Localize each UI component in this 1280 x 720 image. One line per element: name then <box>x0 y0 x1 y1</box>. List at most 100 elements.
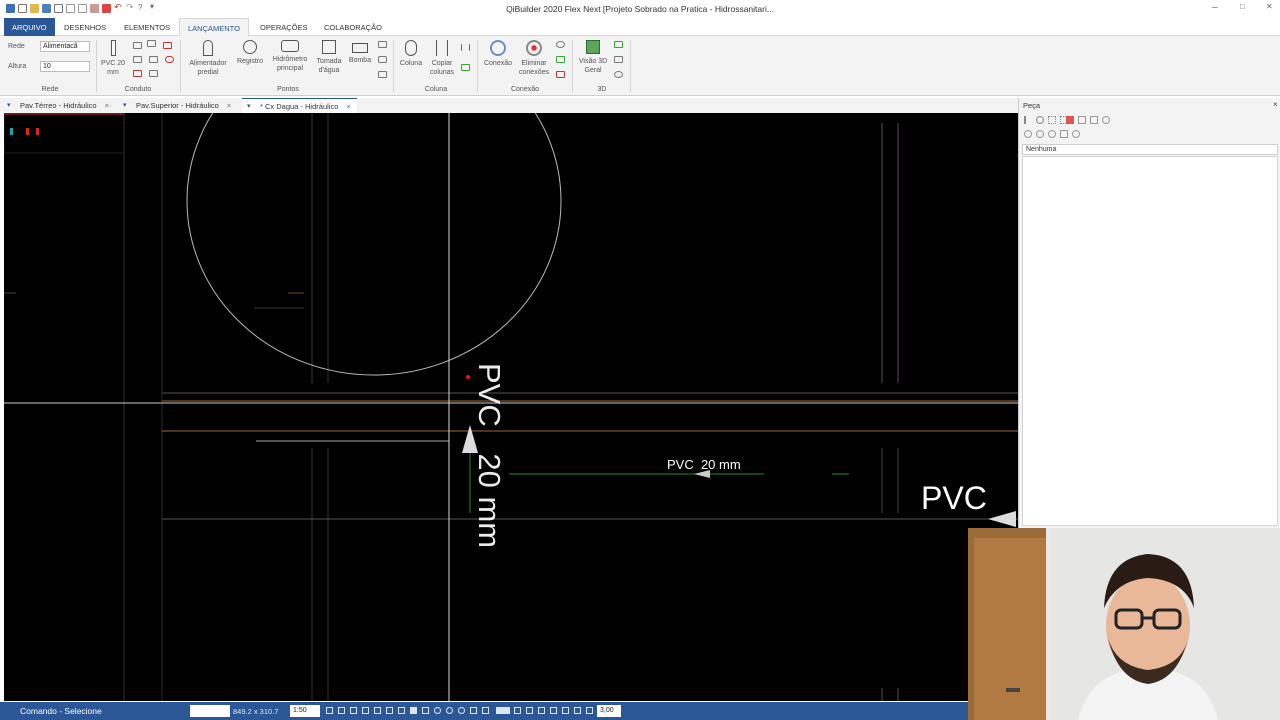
tool-icon[interactable] <box>1048 130 1056 138</box>
grid-icon[interactable] <box>338 707 345 714</box>
close-tab-icon[interactable]: × <box>346 102 350 111</box>
selection-icon[interactable] <box>496 707 510 714</box>
tab-colaboracao[interactable]: COLABORAÇÃO <box>316 18 390 36</box>
pipe-tool-icon[interactable] <box>149 70 158 77</box>
copiar-colunas-label: Copiar colunas <box>429 60 455 76</box>
ortho-icon[interactable] <box>350 707 357 714</box>
column-tool-icon[interactable] <box>461 44 470 51</box>
pipe-tool-icon[interactable] <box>133 70 142 77</box>
tab-lancamento[interactable]: LANÇAMENTO <box>179 18 249 36</box>
conexao-label: Conexão <box>483 60 513 67</box>
column-tool-icon[interactable] <box>461 64 470 71</box>
parts-list[interactable] <box>1022 156 1278 526</box>
minimize-button[interactable]: – <box>1212 2 1218 13</box>
hidrometro-principal-button[interactable]: Hidrômetro principal <box>268 40 312 73</box>
tab-desenhos[interactable]: DESENHOS <box>56 18 114 36</box>
zoom-input[interactable]: 3,00 <box>597 705 621 717</box>
pipe-tool-icon[interactable] <box>163 42 172 49</box>
coluna-button[interactable]: Coluna <box>396 40 426 68</box>
tool-icon[interactable] <box>1036 130 1044 138</box>
pipe-tool-icon[interactable] <box>133 42 142 49</box>
cross-icon[interactable] <box>550 707 557 714</box>
drawing-canvas[interactable]: PVC 20 mm PVC 20 mm PVC <box>4 113 1018 701</box>
rede-select[interactable]: Alimentacã <box>40 41 90 52</box>
pvc-20mm-button[interactable]: PVC 20 mm <box>98 40 128 77</box>
arrow-icon[interactable] <box>586 707 593 714</box>
connection-tool-icon[interactable] <box>556 41 565 48</box>
point-tool-icon[interactable] <box>378 71 387 78</box>
scale-select[interactable]: 1:50 <box>290 705 320 717</box>
lock-icon[interactable] <box>422 707 429 714</box>
alimentador-predial-label: Alimentador predial <box>189 60 227 76</box>
tool-icon[interactable] <box>1060 130 1068 138</box>
connection-tool-icon[interactable] <box>556 56 565 63</box>
osnap-icon[interactable] <box>374 707 381 714</box>
conexao-button[interactable]: Conexão <box>480 40 516 68</box>
dyn-icon[interactable] <box>398 707 405 714</box>
tool-icon[interactable] <box>1078 116 1086 124</box>
lineweight-icon[interactable] <box>410 707 417 714</box>
close-tab-icon[interactable]: × <box>105 101 109 110</box>
refresh-icon[interactable] <box>1036 116 1044 124</box>
doc-tab-cx-dagua[interactable]: ▾ * Cx Dagua - Hidráulico × <box>242 98 357 113</box>
eliminar-conexoes-button[interactable]: Eliminar conexões <box>516 40 552 77</box>
valve-icon <box>243 40 257 54</box>
tool-icon[interactable] <box>1072 130 1080 138</box>
registro-button[interactable]: Registro <box>234 40 266 66</box>
otrack-icon[interactable] <box>386 707 393 714</box>
panel-close-icon[interactable]: × <box>1273 100 1278 109</box>
copiar-colunas-button[interactable]: Copiar colunas <box>426 40 458 77</box>
doc-tab-pav-superior[interactable]: ▾ Pav.Superior - Hidráulico × <box>118 98 237 113</box>
connection-tool-icon[interactable] <box>556 71 565 78</box>
cross-icon[interactable] <box>562 707 569 714</box>
grid-icon[interactable] <box>1048 116 1056 124</box>
group-pontos-label: Pontos <box>277 86 299 93</box>
3d-tool-icon[interactable] <box>614 41 623 48</box>
pipe-tool-icon[interactable] <box>133 56 142 63</box>
pin-icon: ▾ <box>7 102 11 109</box>
visao-3d-geral-button[interactable]: Visão 3D Geral <box>574 40 612 75</box>
polar-icon[interactable] <box>362 707 369 714</box>
tab-arquivo[interactable]: ARQUIVO <box>4 18 55 36</box>
connection-icon <box>490 40 506 56</box>
arrow-icon[interactable] <box>538 707 545 714</box>
arrow-icon[interactable] <box>526 707 533 714</box>
pipe-tool-icon[interactable] <box>149 56 158 63</box>
bomba-button[interactable]: Bomba <box>346 40 374 65</box>
3d-tool-icon[interactable] <box>614 56 623 63</box>
tomada-dagua-button[interactable]: Tomada d'água <box>312 40 346 75</box>
vertical-label-size: 20 mm <box>472 453 507 549</box>
filter-select[interactable]: Nenhuma <box>1022 144 1278 155</box>
maximize-button[interactable]: □ <box>1240 2 1245 11</box>
tool-icon[interactable] <box>1090 116 1098 124</box>
point-tool-icon[interactable] <box>378 56 387 63</box>
tool-icon[interactable] <box>1102 116 1110 124</box>
arrow-icon[interactable] <box>514 707 521 714</box>
close-button[interactable]: ✕ <box>1266 2 1273 11</box>
arrow-icon[interactable] <box>470 707 477 714</box>
settings-icon[interactable] <box>434 707 441 714</box>
tool-icon[interactable] <box>1024 130 1032 138</box>
pipe-tool-icon[interactable] <box>165 56 174 63</box>
arrow-icon[interactable] <box>482 707 489 714</box>
point-tool-icon[interactable] <box>378 41 387 48</box>
circle-icon[interactable] <box>446 707 453 714</box>
command-input[interactable] <box>190 705 230 717</box>
3d-tool-icon[interactable] <box>614 71 623 78</box>
divider <box>393 40 394 92</box>
alimentador-predial-button[interactable]: Alimentador predial <box>184 40 232 77</box>
group-3d-label: 3D <box>597 86 607 93</box>
tab-elementos[interactable]: ELEMENTOS <box>116 18 178 36</box>
ribbon-tabs: ARQUIVO DESENHOS ELEMENTOS LANÇAMENTO OP… <box>0 18 1280 36</box>
pipe-tool-icon[interactable] <box>147 40 156 47</box>
circle-icon[interactable] <box>458 707 465 714</box>
close-tab-icon[interactable]: × <box>227 101 231 110</box>
palette-icon[interactable] <box>1066 116 1074 124</box>
arrow-icon[interactable] <box>574 707 581 714</box>
altura-input[interactable]: 10 <box>40 61 90 72</box>
doc-tab-pav-terreo[interactable]: ▾ Pav.Térreo - Hidráulico × <box>2 98 115 113</box>
cursor-icon[interactable] <box>1024 116 1032 124</box>
snap-icon[interactable] <box>326 707 333 714</box>
tab-operacoes[interactable]: OPERAÇÕES <box>252 18 316 36</box>
vertical-label-pvc: PVC <box>472 363 507 427</box>
